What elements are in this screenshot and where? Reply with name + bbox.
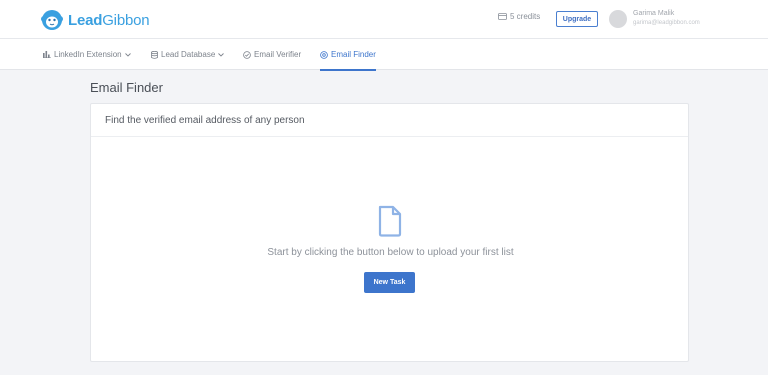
chevron-down-icon — [124, 52, 131, 57]
empty-state-message: Start by clicking the button below to up… — [267, 247, 514, 258]
bar-chart-icon — [43, 51, 51, 58]
check-circle-icon — [243, 50, 251, 59]
gibbon-logo-icon — [41, 10, 63, 30]
nav-lead-database[interactable]: Lead Database — [151, 39, 225, 70]
card-header: Find the verified email address of any p… — [91, 104, 688, 137]
user-name[interactable]: Garima Malik — [633, 10, 674, 17]
brand-name: LeadGibbon — [68, 11, 150, 29]
nav-email-verifier-label: Email Verifier — [254, 50, 302, 59]
nav-email-finder-label: Email Finder — [331, 50, 376, 59]
email-finder-card: Find the verified email address of any p… — [90, 103, 689, 362]
chevron-down-icon — [218, 52, 225, 57]
main-nav: LinkedIn Extension Lead Database Email V… — [0, 39, 768, 71]
nav-linkedin-extension[interactable]: LinkedIn Extension — [43, 39, 131, 70]
credits-indicator: 5 credits — [498, 12, 540, 21]
nav-lead-database-label: Lead Database — [161, 50, 216, 59]
avatar[interactable] — [609, 10, 627, 28]
nav-email-verifier[interactable]: Email Verifier — [243, 39, 301, 70]
nav-email-finder[interactable]: Email Finder — [320, 39, 376, 71]
document-icon — [376, 205, 404, 242]
new-task-button[interactable]: New Task — [364, 272, 415, 293]
upgrade-button[interactable]: Upgrade — [556, 11, 598, 27]
credits-count: 5 credits — [510, 12, 541, 21]
nav-linkedin-extension-label: LinkedIn Extension — [54, 50, 122, 59]
credit-card-icon — [498, 13, 507, 20]
brand-logo[interactable]: LeadGibbon — [41, 8, 150, 32]
user-email: garima@leadgibbon.com — [633, 20, 700, 26]
at-sign-icon — [320, 50, 328, 59]
top-header: LeadGibbon 5 credits Upgrade Garima Mali… — [0, 0, 768, 39]
page-title: Email Finder — [90, 80, 163, 95]
database-icon — [151, 50, 158, 59]
